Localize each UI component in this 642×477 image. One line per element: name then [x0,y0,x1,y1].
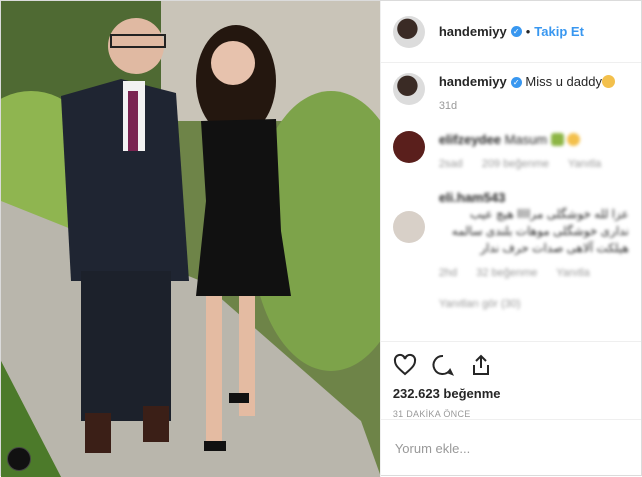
comment-time[interactable]: 2hd [439,267,457,279]
caption-text: Miss u daddy [525,74,602,89]
comment-icon[interactable] [431,353,455,377]
comment-likes[interactable]: 209 beğenme [482,158,549,170]
post-time[interactable]: 31 DAKİKA ÖNCE [393,409,629,419]
post-header: handemiyy ✓ • Takip Et [380,1,641,63]
caption-time[interactable]: 31d [439,100,457,112]
add-comment-bar [380,419,641,477]
post-sidebar: handemiyy ✓ • Takip Et handemiyy ✓ Miss u… [379,1,641,477]
follow-button[interactable]: Takip Et [534,24,584,39]
list-item: elifzeydee Masum 2sad 209 beğenme Yanıtl… [381,131,641,173]
comments-list: handemiyy ✓ Miss u daddy 31d elifzeydee M… [381,73,641,335]
comment-text: Masum [504,132,548,147]
share-icon[interactable] [469,353,493,377]
reply-button[interactable]: Yanıtla [568,158,601,170]
photo-illustration [1,1,380,477]
comment-avatar[interactable] [392,131,425,163]
comment-username[interactable]: eli.ham543 [439,190,506,205]
likes-count[interactable]: 232.623 beğenme [393,386,629,401]
emoji-icon [550,133,564,146]
view-replies-button[interactable]: Yanıtları gör (30) [381,298,641,310]
separator-dot: • [525,24,531,39]
post-photo[interactable] [1,1,380,477]
avatar[interactable] [392,15,425,48]
comment-username[interactable]: elifzeydee [439,132,501,147]
comment-time[interactable]: 2sad [439,158,463,170]
comment-input[interactable] [394,441,627,456]
tagged-people-icon[interactable] [7,447,31,471]
comment-text: عزا لله خوشگلی مراااا هیچ عیب نداری خوشگ… [451,207,629,255]
caption-username[interactable]: handemiyy [439,74,507,89]
caption: handemiyy ✓ Miss u daddy 31d [381,73,641,115]
baby-emoji-icon [601,75,615,88]
comment-likes[interactable]: 32 beğenme [476,267,537,279]
verified-icon: ✓ [510,26,522,37]
reply-button[interactable]: Yanıtla [556,267,589,279]
emoji-icon [567,133,581,146]
caption-avatar[interactable] [392,73,425,105]
comment-avatar[interactable] [392,211,425,243]
heart-icon[interactable] [393,353,417,377]
list-item: eli.ham543 عزا لله خوشگلی مراااا هیچ عیب… [381,189,641,282]
action-bar: 232.623 beğenme 31 DAKİKA ÖNCE [380,341,641,419]
instagram-post: handemiyy ✓ • Takip Et handemiyy ✓ Miss u… [0,0,642,477]
verified-icon: ✓ [510,77,522,88]
header-username[interactable]: handemiyy [439,24,507,39]
